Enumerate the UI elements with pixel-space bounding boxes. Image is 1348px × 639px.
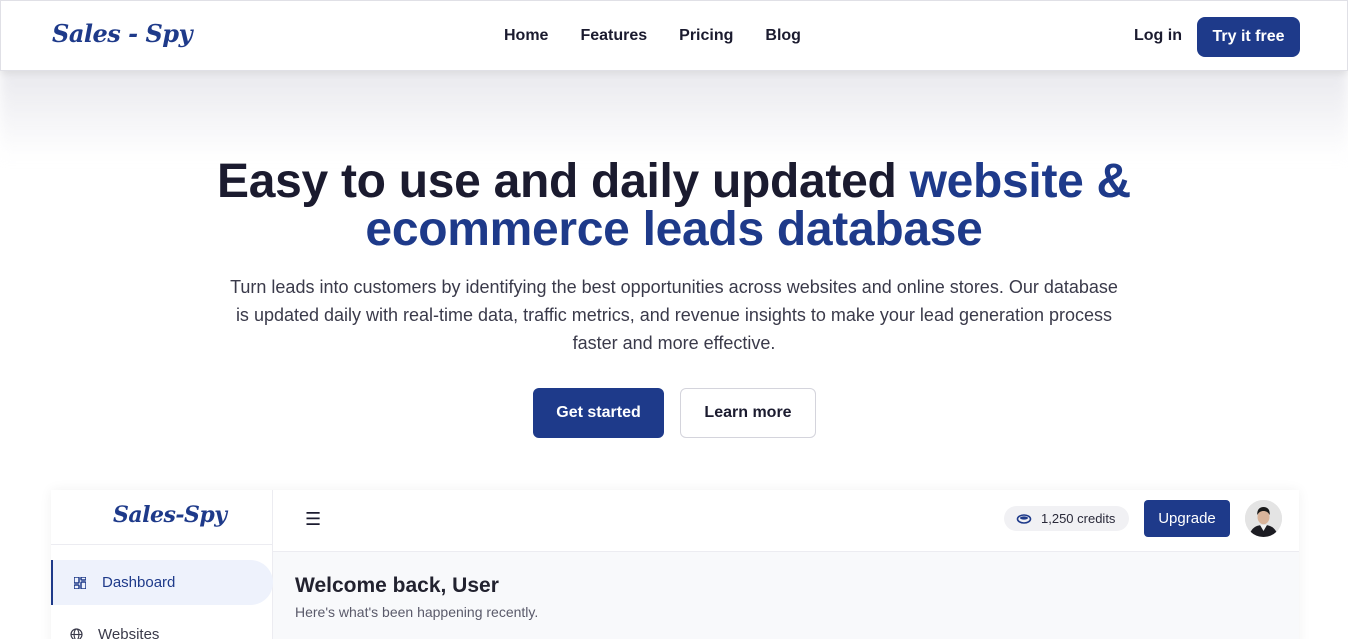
get-started-button[interactable]: Get started bbox=[533, 388, 664, 438]
site-logo[interactable]: Sales - Spy bbox=[52, 19, 193, 48]
upgrade-button[interactable]: Upgrade bbox=[1144, 500, 1230, 537]
credits-label: 1,250 credits bbox=[1041, 511, 1116, 526]
page: Sales - Spy Home Features Pricing Blog L… bbox=[0, 0, 1348, 639]
coin-icon bbox=[1016, 513, 1032, 525]
sidebar-item-websites[interactable]: Websites bbox=[51, 618, 273, 639]
nav-link-pricing[interactable]: Pricing bbox=[679, 27, 733, 45]
nav-link-features[interactable]: Features bbox=[580, 27, 647, 45]
welcome-subtitle: Here's what's been happening recently. bbox=[295, 604, 539, 620]
app-sidebar: Sales-Spy Dashboard Websites bbox=[51, 490, 273, 639]
menu-icon[interactable]: ☰ bbox=[305, 509, 321, 530]
credits-badge: 1,250 credits bbox=[1004, 506, 1129, 531]
app-preview: Sales-Spy Dashboard Websites ☰ 1,250 cre… bbox=[51, 490, 1299, 639]
nav-links: Home Features Pricing Blog bbox=[504, 27, 801, 45]
hero-subtitle: Turn leads into customers by identifying… bbox=[230, 277, 1118, 353]
app-topbar: ☰ 1,250 credits Upgrade bbox=[273, 490, 1299, 552]
app-main-content: Welcome back, User Here's what's been ha… bbox=[273, 552, 1299, 639]
nav-link-home[interactable]: Home bbox=[504, 27, 548, 45]
sidebar-item-label: Dashboard bbox=[102, 574, 176, 591]
top-navbar: Sales - Spy Home Features Pricing Blog L… bbox=[0, 0, 1348, 71]
hero-title-main: Easy to use and daily updated bbox=[217, 155, 910, 208]
app-logo[interactable]: Sales-Spy bbox=[113, 502, 227, 528]
learn-more-button[interactable]: Learn more bbox=[680, 388, 816, 438]
sidebar-divider bbox=[51, 544, 273, 545]
globe-icon bbox=[69, 627, 83, 639]
avatar[interactable] bbox=[1245, 500, 1282, 537]
nav-shadow bbox=[0, 70, 1348, 160]
welcome-title: Welcome back, User bbox=[295, 574, 499, 597]
dashboard-icon bbox=[73, 576, 87, 590]
try-free-button[interactable]: Try it free bbox=[1197, 17, 1300, 57]
hero-title: Easy to use and daily updated website & … bbox=[174, 158, 1174, 254]
sidebar-item-label: Websites bbox=[98, 625, 160, 639]
nav-link-blog[interactable]: Blog bbox=[765, 27, 801, 45]
login-link[interactable]: Log in bbox=[1134, 27, 1182, 45]
sidebar-item-dashboard[interactable]: Dashboard bbox=[51, 560, 273, 605]
